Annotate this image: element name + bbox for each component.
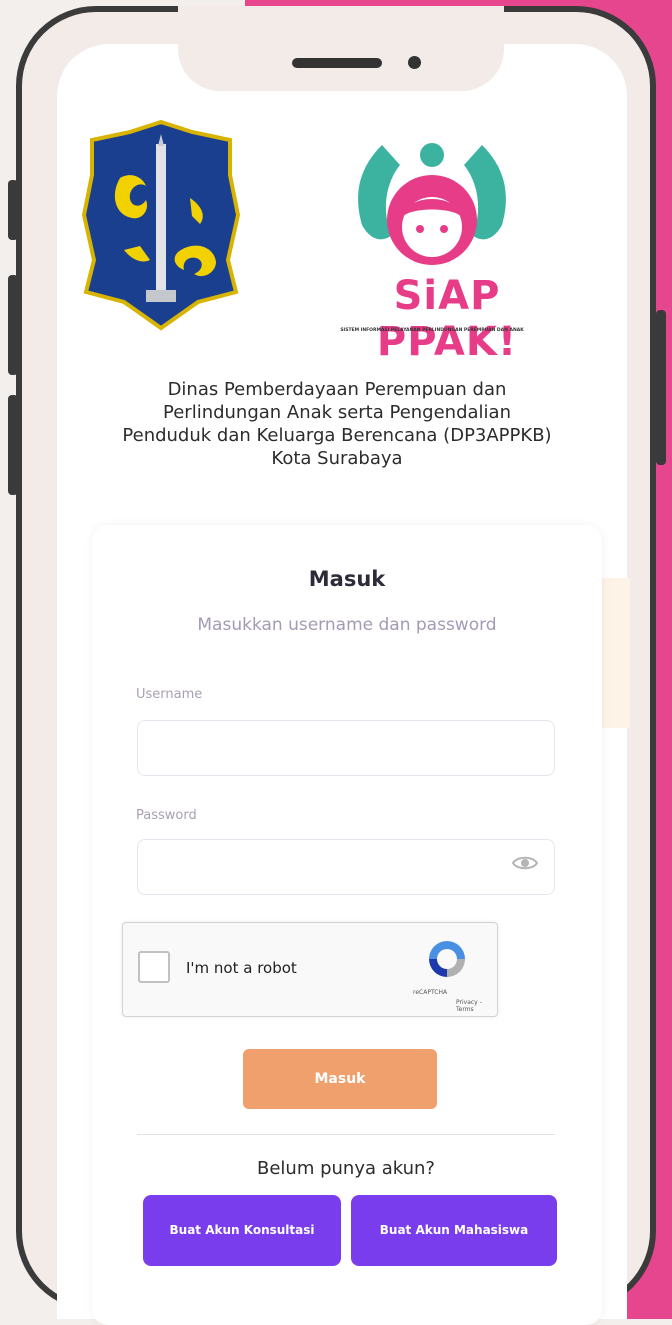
camera-dot: [408, 56, 421, 69]
phone-notch: [178, 6, 504, 91]
siap-ppak-logo-text: SiAP PPAK!: [376, 273, 518, 365]
speaker-grille: [292, 58, 382, 68]
divider: [137, 1134, 555, 1135]
recaptcha-privacy-terms[interactable]: Privacy - Terms: [456, 999, 497, 1013]
agency-name-line: Dinas Pemberdayaan Perempuan dan: [167, 379, 507, 400]
create-student-account-button[interactable]: Buat Akun Mahasiswa: [351, 1195, 557, 1266]
create-consultation-account-button[interactable]: Buat Akun Konsultasi: [143, 1195, 341, 1266]
agency-name-line: Perlindungan Anak serta Pengendalian: [163, 402, 511, 423]
login-title: Masuk: [308, 567, 386, 591]
login-submit-button[interactable]: Masuk: [243, 1049, 437, 1109]
siap-ppak-logo: SiAP PPAK! SISTEM INFORMASI PELAYANAN PE…: [282, 125, 582, 365]
siap-ppak-illustration: [358, 143, 506, 265]
password-input[interactable]: [137, 839, 555, 895]
surabaya-emblem-logo: [81, 120, 241, 331]
password-label: Password: [136, 808, 197, 823]
recaptcha-widget: I'm not a robot reCAPTCHA Privacy - Term…: [122, 922, 498, 1017]
agency-name-line: Penduduk dan Keluarga Berencana (DP3APPK…: [122, 425, 552, 446]
recaptcha-brand: reCAPTCHA: [413, 989, 448, 996]
login-subtitle: Masukkan username dan password: [197, 615, 497, 635]
agency-name-line: Kota Surabaya: [271, 448, 403, 469]
no-account-prompt: Belum punya akun?: [256, 1158, 435, 1179]
username-label: Username: [136, 687, 203, 702]
recaptcha-icon: [429, 941, 465, 977]
username-input[interactable]: [137, 720, 555, 776]
siap-ppak-logo-subtitle: SISTEM INFORMASI PELAYANAN PERLINDUNGAN …: [340, 328, 524, 333]
agency-name: Dinas Pemberdayaan Perempuan dan Perlind…: [70, 378, 604, 470]
recaptcha-label: I'm not a robot: [186, 959, 297, 977]
recaptcha-checkbox[interactable]: [138, 951, 170, 983]
phone-power-button: [656, 310, 666, 465]
eye-icon[interactable]: [512, 854, 538, 872]
